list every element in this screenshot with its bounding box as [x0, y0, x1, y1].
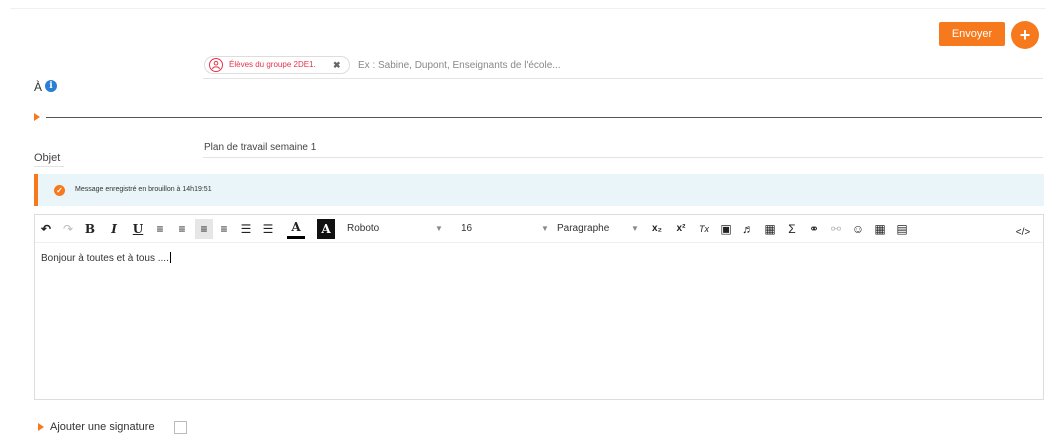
undo-icon[interactable]: ↶ [39, 219, 53, 239]
add-signature-label[interactable]: Ajouter une signature [50, 421, 155, 433]
italic-icon[interactable]: I [107, 219, 121, 239]
subject-label-underline [34, 166, 64, 167]
attachment-icon[interactable]: ▤ [895, 219, 909, 239]
font-size-select[interactable]: 16 [461, 219, 472, 239]
align-center-icon[interactable]: ≡ [175, 219, 189, 239]
clear-format-icon[interactable]: Tx [697, 219, 711, 239]
block-format-select[interactable]: Paragraphe [557, 219, 609, 239]
user-icon [209, 58, 223, 72]
signature-arrow-icon[interactable] [38, 423, 44, 431]
recipient-chip-label: Élèves du groupe 2DE1. [229, 60, 316, 69]
image-icon[interactable]: ▣ [719, 219, 733, 239]
link-icon[interactable]: ⚭ [807, 219, 821, 239]
text-color-icon[interactable]: A [287, 219, 305, 239]
emoji-icon[interactable]: ☺ [851, 219, 865, 239]
expand-cc-arrow-icon[interactable] [34, 113, 40, 121]
unlink-icon[interactable]: ⚯ [829, 219, 843, 239]
align-left-icon[interactable]: ≡ [195, 219, 213, 239]
editor-body-text: Bonjour à toutes et à tous .... [41, 253, 169, 264]
bullet-list-icon[interactable]: ☰ [239, 219, 253, 239]
numbered-list-icon[interactable]: ☰ [261, 219, 275, 239]
code-view-icon[interactable]: </> [1013, 223, 1033, 243]
subject-underline [203, 157, 1043, 158]
align-justify-icon[interactable]: ≡ [153, 219, 167, 239]
underline-icon[interactable]: U [131, 219, 145, 239]
add-signature-checkbox[interactable] [174, 421, 187, 434]
add-button[interactable]: + [1011, 21, 1039, 49]
top-divider [10, 8, 1046, 9]
editor-body[interactable]: Bonjour à toutes et à tous .... [41, 252, 171, 264]
recipients-label: À [34, 80, 43, 94]
background-color-icon[interactable]: A [317, 219, 335, 239]
bold-icon[interactable]: B [83, 219, 97, 239]
remove-recipient-icon[interactable]: ✖ [333, 60, 341, 71]
message-editor[interactable]: ↶ ↷ B I U ≡ ≡ ≡ ≡ ☰ ☰ A A Roboto ▼ 16 ▼ … [34, 214, 1044, 400]
formula-icon[interactable]: Σ [785, 219, 799, 239]
superscript-icon[interactable]: x² [673, 219, 689, 239]
text-cursor [169, 252, 171, 263]
block-format-caret-icon[interactable]: ▼ [631, 219, 639, 239]
recipient-search-input[interactable]: Ex : Sabine, Dupont, Enseignants de l'éc… [358, 60, 561, 71]
font-family-caret-icon[interactable]: ▼ [435, 219, 443, 239]
audio-icon[interactable]: ♬ [741, 219, 755, 239]
recipient-chip[interactable]: Élèves du groupe 2DE1. ✖ [204, 56, 350, 74]
draft-saved-banner: ✓ Message enregistré en brouillon à 14h1… [34, 174, 1044, 206]
font-family-select[interactable]: Roboto [347, 219, 379, 239]
redo-icon[interactable]: ↷ [61, 219, 75, 239]
subject-label: Objet [34, 152, 61, 164]
check-icon: ✓ [54, 185, 65, 196]
editor-toolbar: ↶ ↷ B I U ≡ ≡ ≡ ≡ ☰ ☰ A A Roboto ▼ 16 ▼ … [35, 215, 1043, 243]
section-divider [46, 117, 1042, 118]
draft-saved-text: Message enregistré en brouillon à 14h19:… [75, 186, 212, 193]
align-right-icon[interactable]: ≡ [217, 219, 231, 239]
recipients-underline [203, 78, 1043, 79]
table-icon[interactable]: ▦ [873, 219, 887, 239]
info-icon[interactable]: i [45, 80, 57, 92]
subscript-icon[interactable]: x₂ [649, 219, 665, 239]
send-button[interactable]: Envoyer [939, 22, 1005, 46]
font-size-caret-icon[interactable]: ▼ [541, 219, 549, 239]
subject-input[interactable]: Plan de travail semaine 1 [204, 142, 316, 153]
video-icon[interactable]: ▦ [763, 219, 777, 239]
